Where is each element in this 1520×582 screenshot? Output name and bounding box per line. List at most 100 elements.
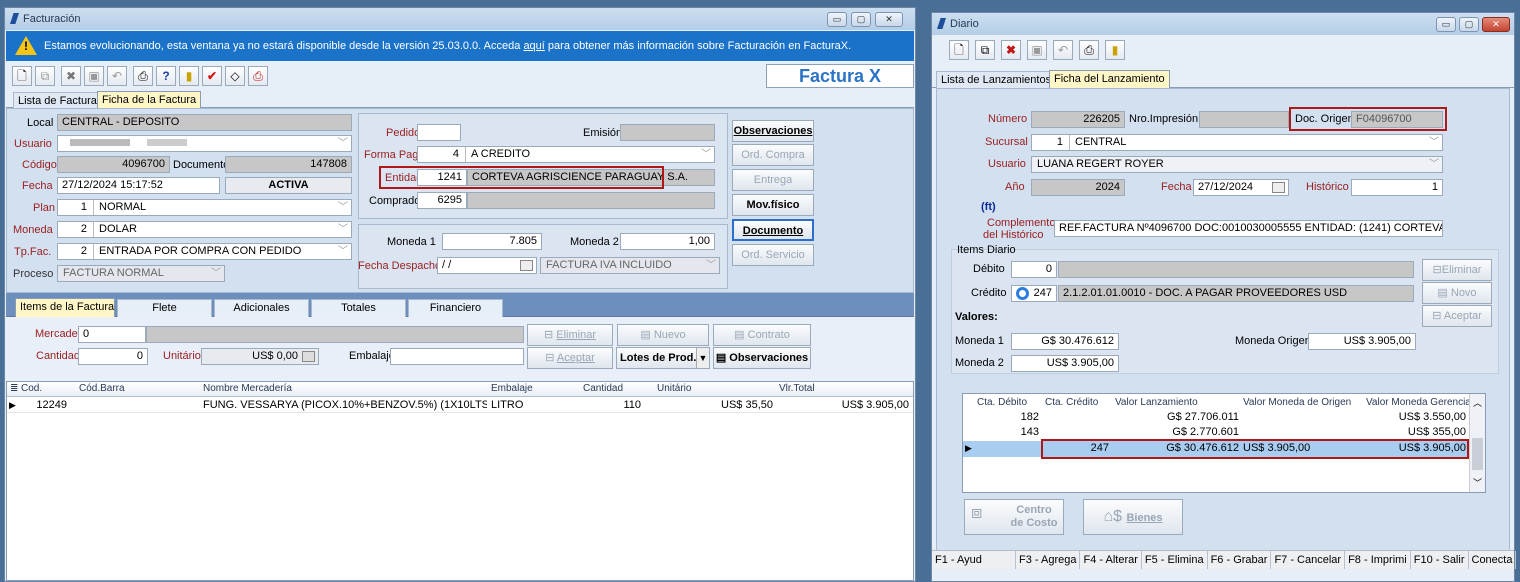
moneda1-field[interactable]: 7.805 — [442, 233, 542, 250]
usuario-combo[interactable]: ﹀ — [57, 135, 352, 152]
col-unitario[interactable]: Unitário — [657, 382, 691, 396]
moneda-origen-field[interactable]: US$ 3.905,00 — [1308, 333, 1416, 350]
help-icon[interactable]: ? — [156, 66, 176, 86]
col-cod[interactable]: Cod. — [21, 382, 42, 396]
tab-items-factura[interactable]: Items de la Factura — [15, 298, 115, 317]
item-observaciones-button[interactable]: ▤ Observaciones — [713, 347, 811, 369]
scroll-up-icon[interactable]: ︿ — [1473, 396, 1482, 409]
calendar-icon[interactable] — [1272, 182, 1285, 193]
table-row[interactable]: 182 G$ 27.706.011 US$ 3.550,00 — [963, 410, 1469, 425]
table-row[interactable]: ▶ 12249 FUNG. VESSARYA (PICOX.10%+BENZOV… — [7, 398, 913, 413]
fecha-field[interactable]: 27/12/2024 15:17:52 — [57, 177, 220, 194]
tpfac-combo[interactable]: 2 ENTRADA POR COMPRA CON PEDIDO ﹀ — [57, 243, 352, 260]
col-valor-gerencial[interactable]: Valor Moneda Gerencial — [1366, 396, 1473, 410]
emision-field[interactable] — [620, 124, 715, 141]
tab-flete[interactable]: Flete — [117, 299, 212, 317]
mov-fisico-button[interactable]: Mov.físico — [732, 194, 814, 216]
new-icon[interactable]: 🗋 — [949, 40, 969, 60]
undo-icon[interactable]: ↶ — [107, 66, 127, 86]
moneda-combo[interactable]: 2 DOLAR ﹀ — [57, 221, 352, 238]
ord-compra-button[interactable]: Ord. Compra — [732, 144, 814, 166]
eliminar-button[interactable]: ⊟ Eliminar — [527, 324, 613, 346]
col-cta-credito[interactable]: Cta. Crédito — [1045, 396, 1098, 410]
documento-field[interactable]: 147808 — [225, 156, 352, 173]
print-icon[interactable]: ⎙ — [1079, 40, 1099, 60]
col-valor-lanzamiento[interactable]: Valor Lanzamiento — [1115, 396, 1198, 410]
tab-lista-lanzamientos[interactable]: Lista de Lanzamientos — [936, 71, 1057, 88]
col-embalaje[interactable]: Embalaje — [491, 382, 533, 396]
plan-combo[interactable]: 1 NORMAL ﹀ — [57, 199, 352, 216]
exit-icon[interactable]: ▮ — [1105, 40, 1125, 60]
mercaderia-field[interactable]: 0 — [78, 326, 146, 343]
credito-field[interactable]: 247 — [1011, 285, 1057, 302]
minimize-button[interactable]: ▭ — [1436, 17, 1456, 32]
documento-button[interactable]: Documento — [732, 219, 814, 241]
tab-adicionales[interactable]: Adicionales — [214, 299, 309, 317]
lotes-button[interactable]: Lotes de Prod. ▼ — [616, 347, 710, 369]
moneda1-field[interactable]: G$ 30.476.612 — [1011, 333, 1119, 350]
entrega-button[interactable]: Entrega — [732, 169, 814, 191]
tab-lista-facturas[interactable]: Lista de Facturas — [13, 92, 108, 109]
novo-button[interactable]: ▤ Novo — [1422, 282, 1492, 304]
print-icon[interactable]: ⎙ — [133, 66, 153, 86]
historico-field[interactable]: 1 — [1351, 179, 1443, 196]
facturax-button[interactable]: Factura X — [766, 64, 914, 88]
col-valor-origen[interactable]: Valor Moneda de Origen — [1243, 396, 1351, 410]
comprador-code-field[interactable]: 6295 — [417, 192, 467, 209]
debito-field[interactable]: 0 — [1011, 261, 1057, 278]
banner-link[interactable]: aquí — [523, 40, 544, 52]
moneda2-field[interactable]: 1,00 — [620, 233, 715, 250]
save-icon[interactable]: ▣ — [1027, 40, 1047, 60]
comprador-name-field[interactable] — [467, 192, 715, 209]
ord-servicio-button[interactable]: Ord. Servicio — [732, 244, 814, 266]
eraser-icon[interactable]: ◇ — [225, 66, 245, 86]
mercaderia-name-field[interactable] — [146, 326, 524, 343]
col-vlrtotal[interactable]: Vlr.Total — [779, 382, 815, 396]
maximize-button[interactable]: ▢ — [1459, 17, 1479, 32]
col-cta-debito[interactable]: Cta. Débito — [977, 396, 1027, 410]
table-row[interactable]: 143 G$ 2.770.601 US$ 355,00 — [963, 425, 1469, 440]
aceptar-button[interactable]: ⊟ Aceptar — [527, 347, 613, 369]
copy-icon[interactable]: ⧉ — [35, 66, 55, 86]
check-icon[interactable]: ✔ — [202, 66, 222, 86]
nuevo-button[interactable]: ▤ Nuevo — [617, 324, 709, 346]
sucursal-combo[interactable]: 1 CENTRAL ﹀ — [1031, 134, 1443, 151]
centro-costo-button[interactable]: ⧈ Centro de Costo — [964, 499, 1064, 535]
numero-field[interactable]: 226205 — [1031, 111, 1125, 128]
close-button[interactable]: ✕ — [1482, 17, 1510, 32]
fecha-field[interactable]: 27/12/2024 — [1193, 179, 1289, 196]
codigo-field[interactable]: 4096700 — [57, 156, 170, 173]
cantidad-field[interactable]: 0 — [78, 348, 148, 365]
fecha-despacho-field[interactable]: / / — [437, 257, 537, 274]
embalaje-field[interactable] — [390, 348, 524, 365]
bienes-button[interactable]: ⌂$ Bienes — [1083, 499, 1183, 535]
col-nombre[interactable]: Nombre Mercadería — [203, 382, 292, 396]
pedido-field[interactable] — [417, 124, 461, 141]
chevron-down-icon[interactable]: ▼ — [696, 348, 709, 368]
local-field[interactable]: CENTRAL - DEPOSITO — [57, 114, 352, 131]
scroll-down-icon[interactable]: ﹀ — [1473, 476, 1482, 489]
calendar-icon[interactable] — [520, 260, 533, 271]
complemento-field[interactable]: REF.FACTURA Nº4096700 DOC:0010030005555 … — [1054, 220, 1443, 237]
usuario-combo[interactable]: LUANA REGERT ROYER ﹀ — [1031, 156, 1443, 173]
moneda2-field[interactable]: US$ 3.905,00 — [1011, 355, 1119, 372]
tab-totales[interactable]: Totales — [311, 299, 406, 317]
minimize-button[interactable]: ▭ — [827, 12, 847, 27]
save-icon[interactable]: ▣ — [84, 66, 104, 86]
observaciones-button[interactable]: Observaciones — [732, 120, 814, 142]
tab-ficha-lanzamiento[interactable]: Ficha del Lanzamiento — [1049, 70, 1170, 88]
undo-icon[interactable]: ↶ — [1053, 40, 1073, 60]
ano-field[interactable]: 2024 — [1031, 179, 1125, 196]
contrato-button[interactable]: ▤ Contrato — [713, 324, 811, 346]
aceptar-button[interactable]: ⊟ Aceptar — [1422, 305, 1492, 327]
debito-account-field[interactable] — [1058, 261, 1414, 278]
delete-icon[interactable]: ✖ — [61, 66, 81, 86]
exit-icon[interactable]: ▮ — [179, 66, 199, 86]
maximize-button[interactable]: ▢ — [851, 12, 871, 27]
eliminar-button[interactable]: ⊟Eliminar — [1422, 259, 1492, 281]
proceso-combo[interactable]: FACTURA NORMAL ﹀ — [57, 265, 225, 282]
tab-financiero[interactable]: Financiero — [408, 299, 503, 317]
nro-impresion-field[interactable] — [1199, 111, 1289, 128]
unitario-field[interactable]: US$ 0,00 — [201, 348, 319, 365]
scroll-thumb[interactable] — [1472, 438, 1483, 470]
